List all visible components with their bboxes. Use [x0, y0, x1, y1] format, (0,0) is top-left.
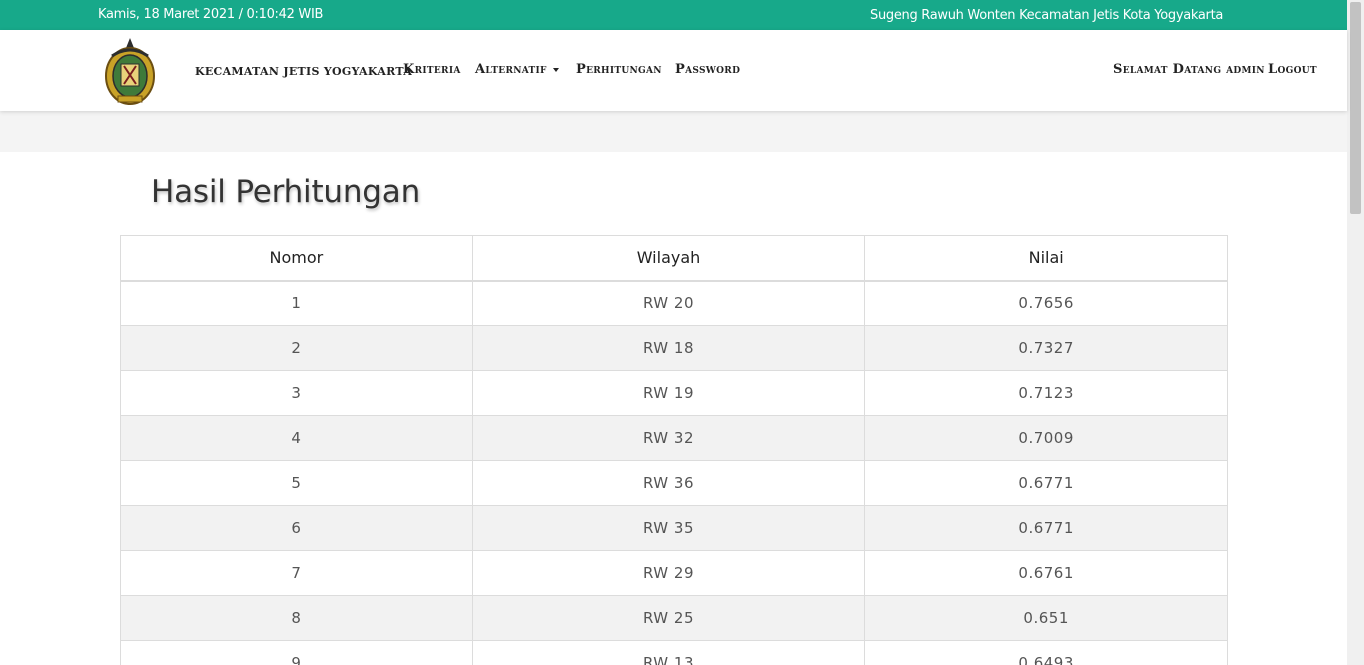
nav-alternatif-label: Alternatif	[475, 62, 547, 77]
cell-nilai: 0.7656	[864, 280, 1228, 326]
cell-nomor: 9	[120, 640, 473, 665]
cell-wilayah: RW 13	[471, 640, 866, 665]
cell-nomor: 8	[120, 595, 473, 641]
nav-kriteria[interactable]: Kriteria	[403, 62, 461, 77]
cell-nilai: 0.6771	[864, 505, 1228, 551]
table-row: 1 RW 20 0.7656	[120, 280, 1228, 326]
cell-nilai: 0.651	[864, 595, 1228, 641]
cell-nomor: 7	[120, 550, 473, 596]
cell-wilayah: RW 32	[471, 415, 866, 461]
page-scrollbar[interactable]	[1347, 0, 1364, 665]
cell-wilayah: RW 18	[471, 325, 866, 371]
cell-nomor: 3	[120, 370, 473, 416]
cell-nilai: 0.6771	[864, 460, 1228, 506]
table-row: 6 RW 35 0.6771	[120, 505, 1228, 551]
nav-password[interactable]: Password	[675, 62, 740, 77]
cell-nomor: 4	[120, 415, 473, 461]
nav-perhitungan[interactable]: Perhitungan	[576, 62, 662, 77]
nav-alternatif-dropdown[interactable]: Alternatif	[475, 62, 559, 77]
results-table: Nomor Wilayah Nilai 1 RW 20 0.7656 2 RW …	[120, 235, 1228, 665]
cell-wilayah: RW 19	[471, 370, 866, 416]
column-header-wilayah: Wilayah	[471, 235, 866, 282]
top-info-bar: Kamis, 18 Maret 2021 / 0:10:42 WIB Sugen…	[0, 0, 1347, 30]
cell-wilayah: RW 20	[471, 280, 866, 326]
scrollbar-thumb[interactable]	[1350, 2, 1361, 214]
cell-nilai: 0.6493	[864, 640, 1228, 665]
marquee-text: Sugeng Rawuh Wonten Kecamatan Jetis Kota…	[870, 8, 1227, 23]
nav-brand-link[interactable]: KECAMATAN JETIS YOGYAKARTA	[195, 65, 412, 78]
cell-wilayah: RW 25	[471, 595, 866, 641]
column-header-nilai: Nilai	[864, 235, 1228, 282]
navbar: KECAMATAN JETIS YOGYAKARTA Kriteria Alte…	[0, 30, 1347, 111]
cell-wilayah: RW 35	[471, 505, 866, 551]
cell-nilai: 0.7009	[864, 415, 1228, 461]
logout-link[interactable]: Logout	[1268, 62, 1317, 77]
cell-wilayah: RW 36	[471, 460, 866, 506]
page-title: Hasil Perhitungan	[151, 174, 421, 210]
table-row: 5 RW 36 0.6771	[120, 460, 1228, 506]
yogyakarta-emblem-logo[interactable]	[104, 36, 156, 106]
table-row: 4 RW 32 0.7009	[120, 415, 1228, 461]
table-header-row: Nomor Wilayah Nilai	[120, 235, 1228, 282]
header-band	[0, 111, 1347, 152]
chevron-down-icon	[552, 67, 559, 72]
column-header-nomor: Nomor	[120, 235, 473, 282]
welcome-user-text: Selamat Datang admin	[1113, 62, 1265, 77]
table-row: 3 RW 19 0.7123	[120, 370, 1228, 416]
table-row: 9 RW 13 0.6493	[120, 640, 1228, 665]
cell-nilai: 0.7123	[864, 370, 1228, 416]
cell-nomor: 6	[120, 505, 473, 551]
cell-nomor: 2	[120, 325, 473, 371]
table-row: 2 RW 18 0.7327	[120, 325, 1228, 371]
table-row: 7 RW 29 0.6761	[120, 550, 1228, 596]
cell-nomor: 1	[120, 280, 473, 326]
datetime-text: Kamis, 18 Maret 2021 / 0:10:42 WIB	[98, 7, 324, 22]
cell-nilai: 0.7327	[864, 325, 1228, 371]
cell-nilai: 0.6761	[864, 550, 1228, 596]
cell-nomor: 5	[120, 460, 473, 506]
table-row: 8 RW 25 0.651	[120, 595, 1228, 641]
welcome-marquee: Sugeng Rawuh Wonten Kecamatan Jetis Kota…	[870, 8, 1227, 23]
cell-wilayah: RW 29	[471, 550, 866, 596]
